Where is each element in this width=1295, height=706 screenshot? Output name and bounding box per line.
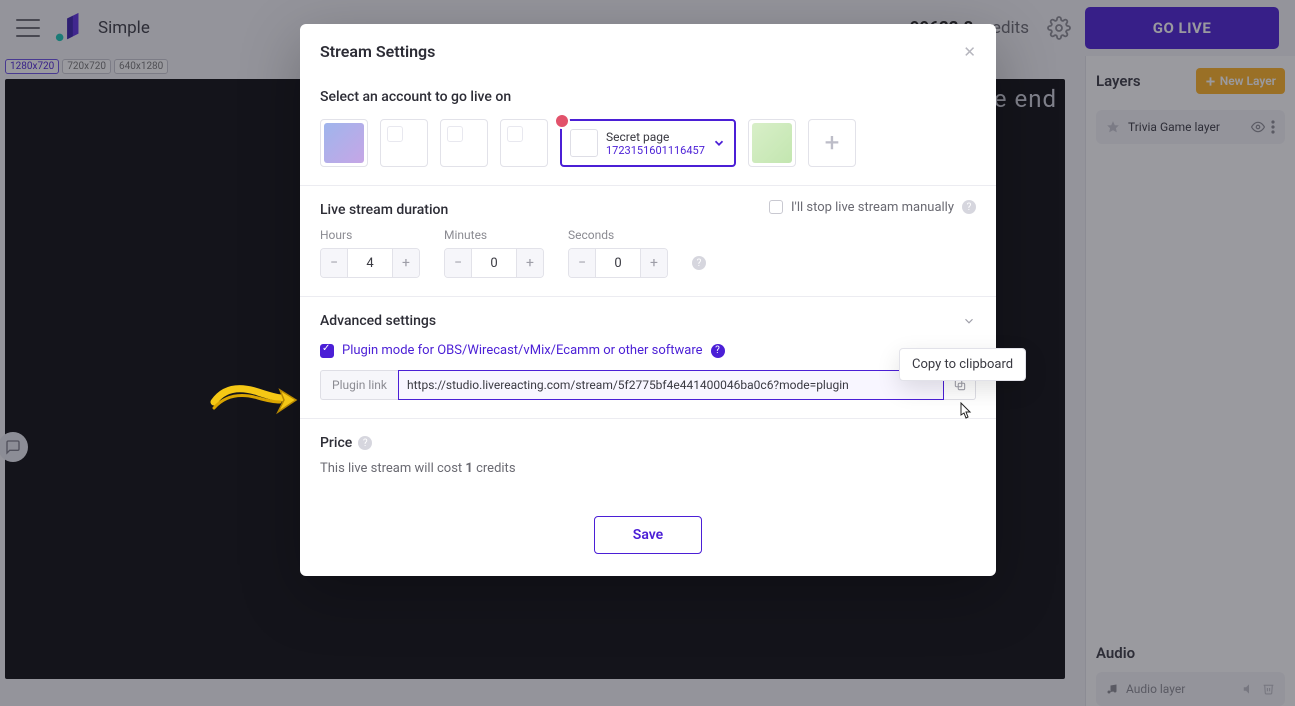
hours-decrement[interactable]: −: [321, 249, 347, 277]
hours-stepper[interactable]: − 4 +: [320, 248, 420, 278]
account-tile-3[interactable]: [440, 119, 488, 167]
minutes-value: 0: [471, 249, 517, 277]
price-label: Price: [320, 435, 352, 451]
help-icon[interactable]: ?: [692, 256, 706, 270]
advanced-label: Advanced settings: [320, 313, 436, 329]
account-tile-5[interactable]: [748, 119, 796, 167]
stream-settings-modal: Stream Settings ✕ Select an account to g…: [300, 24, 996, 576]
copy-tooltip: Copy to clipboard: [899, 348, 1026, 381]
seconds-stepper[interactable]: − 0 +: [568, 248, 668, 278]
plus-icon: +: [825, 128, 840, 158]
cursor-icon: [956, 402, 972, 422]
seconds-increment[interactable]: +: [641, 249, 667, 277]
help-icon[interactable]: ?: [962, 200, 976, 214]
selected-account-name: Secret page: [606, 130, 705, 144]
modal-title: Stream Settings: [320, 42, 435, 61]
account-tile-2[interactable]: [380, 119, 428, 167]
close-icon[interactable]: ✕: [963, 43, 976, 61]
plugin-mode-checkbox[interactable]: [320, 344, 334, 358]
hours-increment[interactable]: +: [393, 249, 419, 277]
minutes-caption: Minutes: [444, 228, 544, 242]
minutes-stepper[interactable]: − 0 +: [444, 248, 544, 278]
seconds-caption: Seconds: [568, 228, 668, 242]
selected-account-id: 1723151601116457: [606, 144, 705, 157]
plugin-mode-label: Plugin mode for OBS/Wirecast/vMix/Ecamm …: [342, 343, 703, 358]
account-tile-selected[interactable]: Secret page 1723151601116457: [560, 119, 736, 167]
hours-caption: Hours: [320, 228, 420, 242]
advanced-toggle[interactable]: Advanced settings: [320, 313, 976, 329]
help-icon[interactable]: ?: [711, 344, 725, 358]
duration-label: Live stream duration: [320, 202, 448, 218]
manual-stop-checkbox[interactable]: [769, 200, 783, 214]
account-tile-4[interactable]: [500, 119, 548, 167]
chevron-down-icon[interactable]: [712, 136, 726, 150]
notification-badge-icon: [554, 113, 570, 129]
minutes-decrement[interactable]: −: [445, 249, 471, 277]
annotation-arrow-icon: [208, 378, 298, 422]
minutes-increment[interactable]: +: [517, 249, 543, 277]
accounts-label: Select an account to go live on: [320, 89, 976, 105]
help-icon[interactable]: ?: [358, 436, 372, 450]
hours-value: 4: [347, 249, 393, 277]
account-tile-1[interactable]: [320, 119, 368, 167]
plugin-link-input[interactable]: [398, 370, 944, 400]
seconds-value: 0: [595, 249, 641, 277]
manual-stop-label: I'll stop live stream manually: [791, 200, 954, 215]
add-account-button[interactable]: +: [808, 119, 856, 167]
price-text: This live stream will cost 1 credits: [320, 461, 976, 476]
save-button[interactable]: Save: [594, 516, 702, 554]
plugin-link-label: Plugin link: [320, 370, 398, 400]
chevron-down-icon: [962, 314, 976, 328]
seconds-decrement[interactable]: −: [569, 249, 595, 277]
